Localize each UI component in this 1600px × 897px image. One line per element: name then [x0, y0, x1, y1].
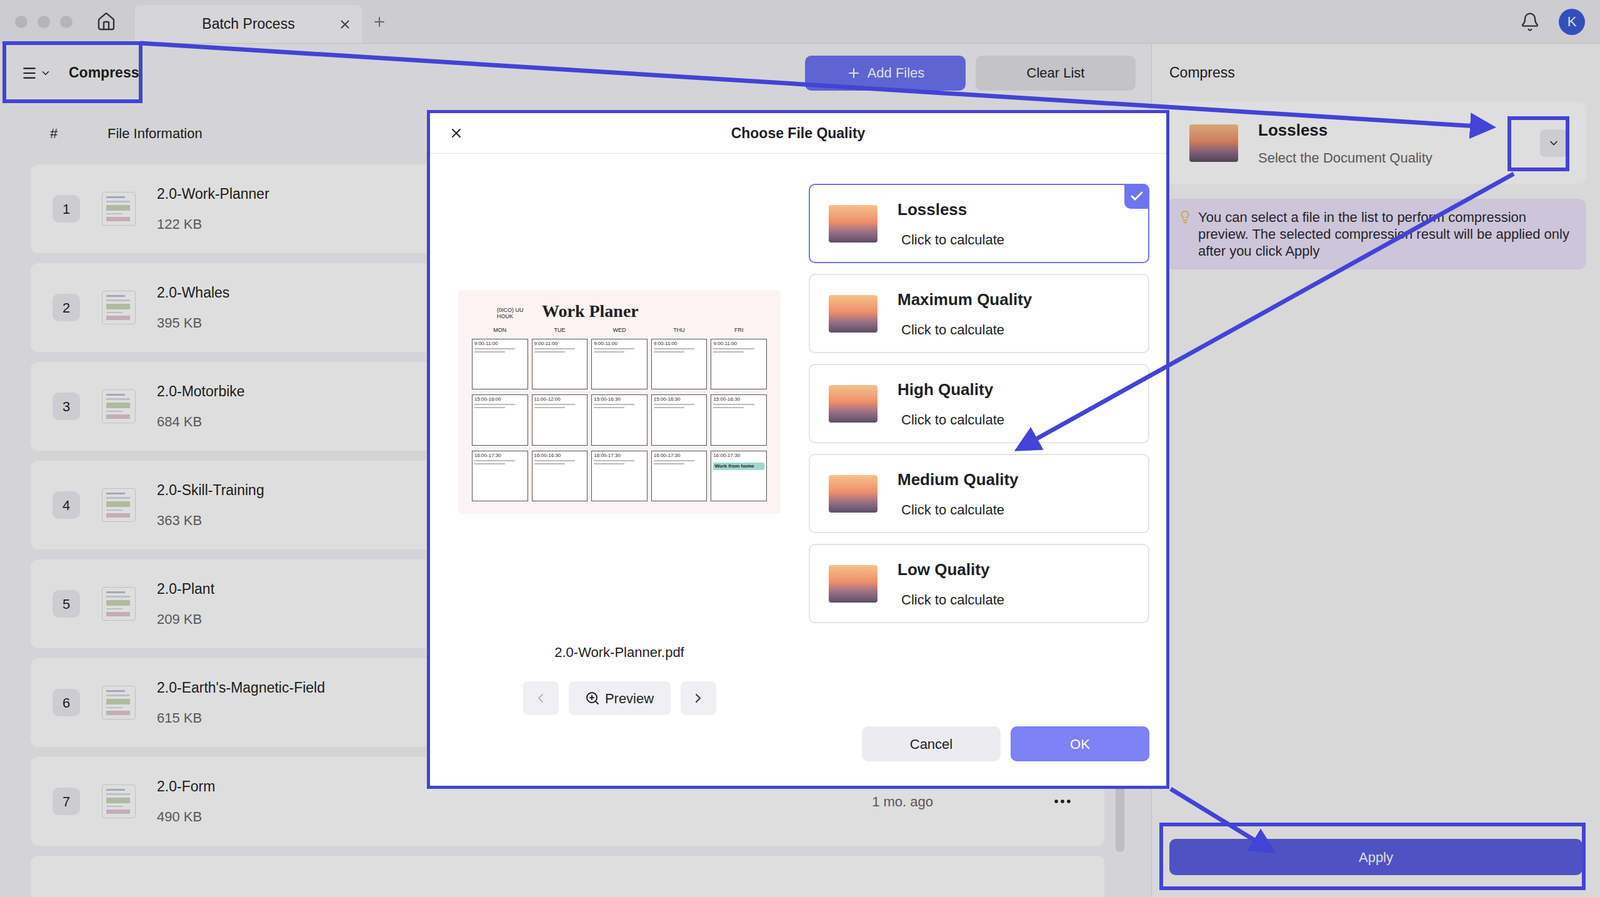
highlight-box — [1509, 118, 1568, 170]
quality-thumbnail — [828, 295, 878, 333]
document-preview: (0ICO) UU HOUKWork PlanerMONTUEWEDTHUFRI… — [458, 290, 781, 514]
option-hint: Click to calculate — [897, 589, 1005, 610]
quality-option[interactable]: Maximum Quality Click to calculate — [808, 273, 1150, 354]
option-hint: Click to calculate — [897, 499, 1019, 520]
arrow-icon — [1170, 788, 1269, 849]
ok-button[interactable]: OK — [1010, 726, 1150, 762]
chevron-left-icon — [533, 690, 549, 706]
option-hint: Click to calculate — [897, 229, 1005, 250]
dialog-title: Choose File Quality — [731, 122, 866, 145]
preview-button[interactable]: Preview — [568, 681, 671, 715]
cancel-button[interactable]: Cancel — [861, 726, 1001, 762]
option-name: Medium Quality — [897, 467, 1019, 492]
arrow-icon — [140, 43, 1488, 127]
option-name: Low Quality — [897, 557, 1005, 582]
check-icon — [1129, 188, 1145, 204]
highlight-box — [1161, 824, 1584, 889]
prev-button[interactable] — [523, 681, 559, 715]
option-hint: Click to calculate — [897, 319, 1032, 340]
quality-dialog: Choose File Quality (0ICO) UU HOUKWork Pl… — [426, 110, 1170, 789]
option-name: High Quality — [897, 377, 1005, 402]
file-name: 2.0-Work-Planner.pdf — [554, 641, 684, 663]
option-name: Maximum Quality — [897, 287, 1032, 312]
option-hint: Click to calculate — [897, 409, 1005, 430]
quality-thumbnail — [828, 385, 878, 423]
quality-option[interactable]: Medium Quality Click to calculate — [808, 453, 1150, 534]
highlight-box — [4, 43, 141, 102]
option-name: Lossless — [897, 197, 1005, 222]
quality-option[interactable]: Low Quality Click to calculate — [808, 543, 1150, 624]
quality-option[interactable]: Lossless Click to calculate — [808, 183, 1150, 264]
next-button[interactable] — [680, 681, 717, 715]
annotation-overlay — [0, 0, 1600, 897]
quality-thumbnail — [828, 565, 878, 603]
chevron-right-icon — [690, 690, 706, 706]
arrow-icon — [1021, 173, 1514, 447]
app-window: Batch ProcessKCompressAdd FilesClear Lis… — [0, 0, 1600, 897]
quality-option[interactable]: High Quality Click to calculate — [808, 363, 1150, 444]
selected-badge — [1124, 183, 1150, 209]
quality-thumbnail — [828, 475, 878, 513]
close-icon[interactable] — [448, 125, 464, 141]
zoom-in-icon — [585, 690, 600, 706]
quality-thumbnail — [828, 205, 878, 243]
